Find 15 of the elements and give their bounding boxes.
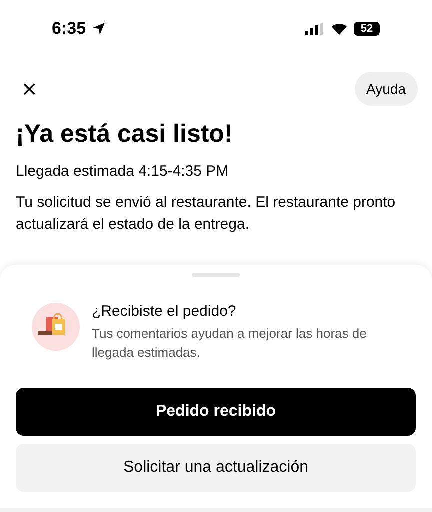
location-arrow-icon bbox=[92, 22, 106, 36]
battery-level: 52 bbox=[354, 22, 380, 36]
wifi-icon bbox=[331, 22, 348, 35]
signal-icon bbox=[305, 22, 325, 35]
feedback-description: Tus comentarios ayudan a mejorar las horas de llegada estimadas. bbox=[92, 325, 368, 362]
status-message: Tu solicitud se envió al restaurante. El restaurante pronto actualizará el estado de la entrega. bbox=[16, 192, 397, 235]
feedback-question: ¿Recibiste el pedido? bbox=[92, 303, 238, 320]
page-title: ¡Ya está casi listo! bbox=[16, 120, 234, 149]
order-received-button[interactable]: Pedido recibido bbox=[16, 388, 416, 436]
help-button[interactable]: Ayuda bbox=[354, 72, 418, 106]
close-button[interactable]: × bbox=[22, 76, 38, 102]
status-time: 6:35 bbox=[52, 18, 86, 39]
request-update-button[interactable]: Solicitar una actualización bbox=[16, 444, 416, 492]
arrival-estimate: Llegada estimada 4:15-4:35 PM bbox=[16, 162, 230, 180]
shopping-bags-icon bbox=[32, 303, 80, 351]
